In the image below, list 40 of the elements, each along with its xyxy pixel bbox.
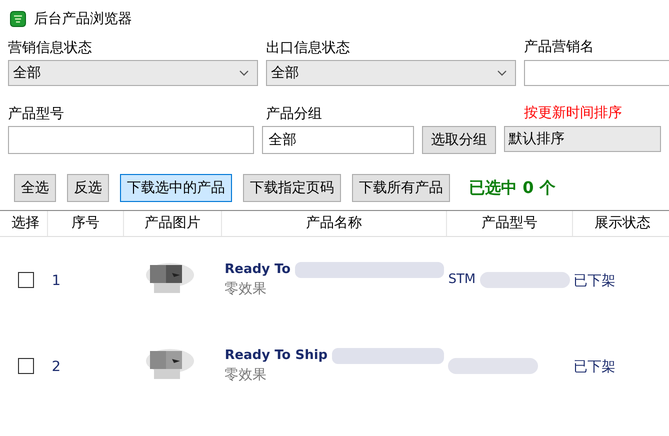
toolbar-button[interactable]: 下载指定页码 bbox=[243, 174, 341, 202]
field-label: 产品分组 bbox=[266, 106, 322, 122]
field-label: 营销信息状态 bbox=[8, 40, 92, 56]
column-header[interactable]: 产品图片 bbox=[124, 211, 222, 236]
column-header[interactable]: 产品名称 bbox=[222, 211, 447, 236]
column-header[interactable]: 选择 bbox=[4, 211, 48, 236]
checkbox[interactable] bbox=[18, 358, 34, 374]
field-label: 按更新时间排序 bbox=[524, 104, 622, 122]
chevron-down-icon bbox=[239, 70, 249, 76]
status-label: 已下架 bbox=[574, 273, 616, 289]
window-title: 后台产品浏览器 bbox=[34, 10, 132, 28]
column-header[interactable]: 展示状态 bbox=[573, 211, 669, 236]
dropdown[interactable]: 默认排序 bbox=[504, 126, 661, 152]
dropdown[interactable]: 全部 bbox=[8, 60, 258, 86]
status-label: 已下架 bbox=[574, 359, 616, 375]
app-icon bbox=[10, 11, 26, 27]
input-field[interactable] bbox=[524, 60, 669, 86]
toolbar-button[interactable]: 全选 bbox=[14, 174, 56, 202]
selection-count: 已选中 0 个 bbox=[469, 177, 556, 199]
dropdown[interactable]: 全部 bbox=[266, 60, 516, 86]
toolbar-button[interactable]: 反选 bbox=[67, 174, 109, 202]
row-number: 2 bbox=[52, 359, 61, 375]
column-header[interactable]: 产品型号 bbox=[447, 211, 573, 236]
row-number: 1 bbox=[52, 273, 61, 289]
input-field[interactable] bbox=[8, 126, 254, 154]
toolbar-button[interactable]: 下载所有产品 bbox=[352, 174, 450, 202]
toolbar-button[interactable]: 下载选中的产品 bbox=[120, 174, 232, 202]
product-model: STM bbox=[448, 271, 476, 290]
chevron-down-icon bbox=[497, 70, 507, 76]
column-header[interactable]: 序号 bbox=[48, 211, 124, 236]
effect-label: 零效果 bbox=[224, 280, 268, 300]
select-group-button[interactable]: 选取分组 bbox=[422, 126, 496, 154]
product-name: Ready To Ship bbox=[224, 346, 328, 365]
product-name: Ready To bbox=[224, 260, 291, 279]
checkbox[interactable] bbox=[18, 272, 34, 288]
input-field[interactable]: 全部 bbox=[262, 126, 414, 154]
effect-label: 零效果 bbox=[224, 366, 268, 386]
field-label: 出口信息状态 bbox=[266, 40, 350, 56]
field-label: 产品型号 bbox=[8, 106, 64, 122]
field-label: 产品营销名 bbox=[524, 38, 594, 56]
